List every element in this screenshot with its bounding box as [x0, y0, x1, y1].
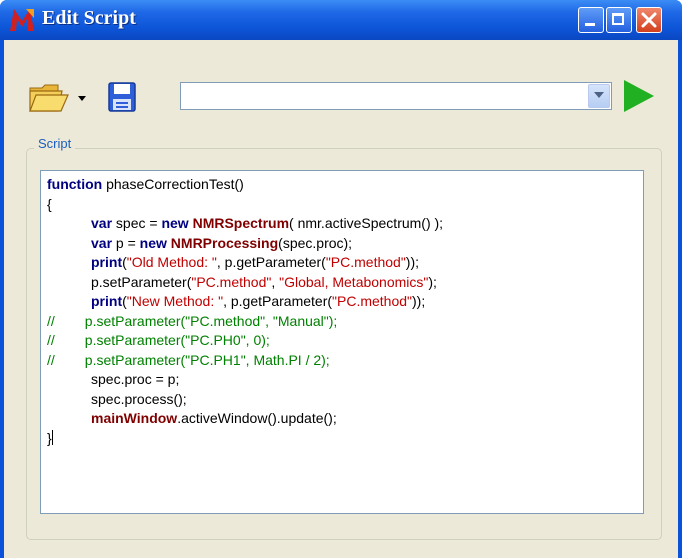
code-token: NMRProcessing: [170, 234, 279, 251]
code-line: var p = new NMRProcessing(spec.proc);: [47, 234, 443, 254]
code-token: , p.getParameter(: [216, 254, 326, 270]
code-token: .activeWindow().update();: [177, 410, 337, 426]
code-token: phaseCorrectionTest(): [102, 176, 244, 192]
code-line: p.setParameter("PC.method", "Global, Met…: [47, 273, 443, 293]
code-token: "New Method: ": [126, 293, 224, 309]
close-icon: [641, 12, 657, 28]
code-token: //: [47, 332, 55, 348]
code-token: ,: [271, 273, 280, 290]
code-token: "Global, Metabonomics": [279, 273, 429, 290]
code-line: var spec = new NMRSpectrum( nmr.activeSp…: [47, 214, 443, 234]
code-token: //: [47, 312, 55, 329]
code-token: var: [91, 215, 113, 231]
code-line: }: [47, 429, 443, 449]
code-token: var: [91, 234, 113, 251]
folder-open-icon: [29, 84, 69, 112]
code-token: p.setParameter("PC.method", "Manual");: [84, 312, 338, 329]
code-token: spec.process();: [91, 390, 187, 407]
maximize-button[interactable]: [606, 7, 632, 33]
code-line: spec.proc = p;: [47, 370, 443, 390]
code-line: // p.setParameter("PC.PH1", Math.PI / 2);: [47, 351, 443, 371]
code-token: print: [91, 254, 123, 270]
code-token: "PC.method": [325, 254, 406, 270]
code-token: );: [428, 273, 437, 290]
code-line: // p.setParameter("PC.method", "Manual");: [47, 312, 443, 332]
code-token: ));: [405, 254, 420, 270]
code-token: NMRSpectrum: [192, 215, 290, 231]
script-select-combo[interactable]: [180, 82, 612, 110]
code-token: (spec.proc);: [278, 234, 353, 251]
edit-script-window: Edit Script Script function phaseCorrect…: [0, 0, 682, 558]
code-token: spec.proc = p;: [91, 371, 180, 387]
code-token: new: [139, 234, 167, 251]
code-line: mainWindow.activeWindow().update();: [47, 409, 443, 429]
code-token: ( nmr.activeSpectrum() );: [289, 215, 444, 231]
code-line: spec.process();: [47, 390, 443, 410]
close-button[interactable]: [636, 7, 662, 33]
code-line: {: [47, 195, 443, 215]
script-group-label: Script: [34, 136, 76, 151]
window-title: Edit Script: [42, 7, 136, 29]
open-file-button[interactable]: [28, 80, 98, 114]
code-text: function phaseCorrectionTest(){var spec …: [47, 175, 443, 448]
code-token: p.setParameter("PC.PH0", 0);: [84, 332, 270, 348]
minimize-button[interactable]: [578, 7, 604, 33]
text-cursor: [51, 429, 53, 445]
code-token: {: [47, 195, 52, 212]
title-bar[interactable]: Edit Script: [0, 0, 682, 40]
window-client-area: Script function phaseCorrectionTest(){va…: [4, 40, 678, 558]
code-token: "Old Method: ": [126, 254, 217, 270]
play-icon[interactable]: [624, 80, 654, 112]
code-token: "PC.method": [191, 273, 272, 290]
code-token: p.setParameter("PC.PH1", Math.PI / 2);: [84, 351, 330, 368]
floppy-disk-icon[interactable]: [108, 82, 136, 112]
code-token: spec =: [112, 215, 162, 231]
chevron-down-icon: [594, 92, 604, 98]
code-token: ));: [412, 293, 426, 309]
code-token: mainWindow: [91, 410, 178, 426]
code-token: "PC.method": [332, 293, 413, 309]
chevron-down-icon[interactable]: [78, 96, 86, 102]
code-line: print("Old Method: ", p.getParameter("PC…: [47, 253, 443, 273]
code-token: p =: [112, 234, 140, 251]
code-token: function: [47, 176, 103, 192]
code-token: p.setParameter(: [91, 273, 192, 290]
code-line: // p.setParameter("PC.PH0", 0);: [47, 331, 443, 351]
combo-dropdown-button[interactable]: [588, 84, 610, 108]
code-line: print("New Method: ", p.getParameter("PC…: [47, 292, 443, 312]
code-token: , p.getParameter(: [223, 293, 333, 309]
code-line: function phaseCorrectionTest(): [47, 175, 443, 195]
code-token: new: [161, 215, 189, 231]
code-token: //: [47, 351, 55, 368]
app-logo-icon: [10, 9, 34, 31]
script-editor[interactable]: function phaseCorrectionTest(){var spec …: [40, 170, 644, 514]
code-token: print: [91, 293, 123, 309]
